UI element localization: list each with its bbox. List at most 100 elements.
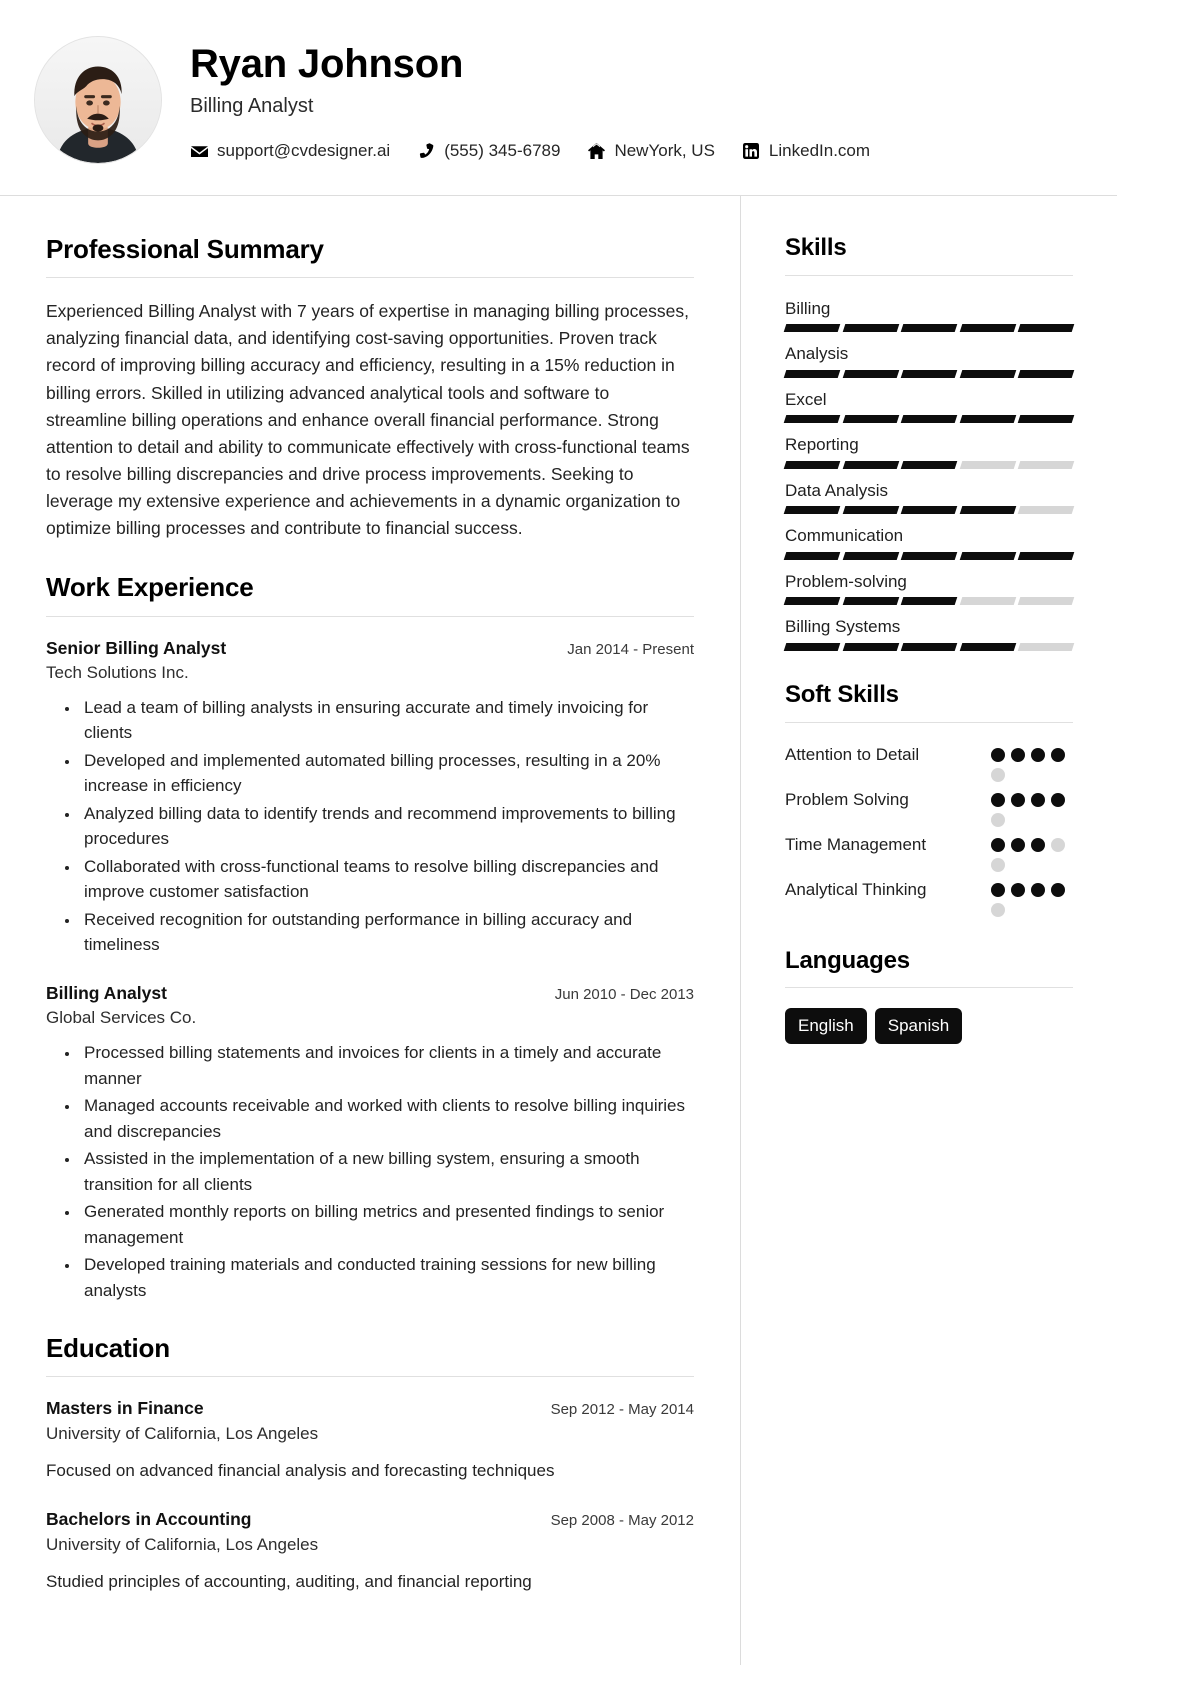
section-title-education: Education [46, 1333, 170, 1364]
rating-dot [991, 767, 1005, 782]
rating-dot [1051, 792, 1065, 807]
soft-skill-label: Time Management [785, 834, 927, 854]
contact-phone-text: (555) 345-6789 [444, 141, 561, 161]
skill-segment [959, 642, 1016, 651]
skill-segment [783, 460, 840, 469]
skill-level-bar [783, 506, 1075, 515]
skill-segment [900, 642, 958, 651]
language-tag: English [785, 1008, 867, 1045]
contact-row: support@cvdesigner.ai (555) 345-6789 New… [190, 141, 1083, 161]
rating-dot [991, 882, 1005, 897]
education-entry-head: Bachelors in Accounting Sep 2008 - May 2… [46, 1508, 694, 1532]
divider [785, 274, 1073, 276]
rating-dot [991, 792, 1005, 807]
header-text-block: Ryan Johnson Billing Analyst support@cvd… [190, 38, 1083, 162]
skill-segment [842, 415, 899, 424]
rating-dot [1051, 882, 1065, 897]
language-tag: Spanish [874, 1008, 963, 1045]
skill-segment [959, 324, 1016, 333]
rating-dot [1051, 747, 1065, 762]
skill-segment [1018, 415, 1075, 424]
list-item: Collaborated with cross-functional teams… [80, 854, 694, 905]
soft-skills-list: Attention to Detail Problem Solving Time M… [785, 743, 1073, 917]
skill-segment [1018, 460, 1075, 469]
soft-skill-row: Attention to Detail [785, 743, 1073, 782]
soft-skill-rating [991, 833, 1073, 872]
skill-label: Reporting [785, 435, 859, 455]
skill-segment [842, 551, 899, 560]
experience-company: Global Services Co. [46, 1008, 197, 1028]
skill-row: Data Analysis [783, 478, 1075, 515]
skill-segment [842, 460, 899, 469]
job-title: Billing Analyst [190, 95, 314, 118]
skill-row: Excel [783, 387, 1075, 424]
divider [46, 277, 694, 279]
list-item: Processed billing statements and invoice… [80, 1040, 694, 1091]
section-title-skills: Skills [785, 234, 847, 261]
section-title-experience: Work Experience [46, 572, 254, 603]
experience-dates: Jun 2010 - Dec 2013 [554, 985, 694, 1003]
rating-dot [991, 812, 1005, 827]
contact-email[interactable]: support@cvdesigner.ai [190, 141, 390, 161]
experience-bullets: Processed billing statements and invoice… [46, 1040, 694, 1303]
contact-linkedin-text: LinkedIn.com [768, 141, 871, 161]
rating-dot [1051, 837, 1065, 852]
skill-segment [1018, 506, 1075, 515]
resume-header: Ryan Johnson Billing Analyst support@cvd… [0, 0, 1117, 196]
rating-dot [991, 747, 1005, 762]
contact-linkedin[interactable]: LinkedIn.com [742, 141, 870, 161]
skill-level-bar [783, 642, 1075, 651]
experience-role: Senior Billing Analyst [46, 637, 227, 658]
list-item: Assisted in the implementation of a new … [80, 1146, 694, 1197]
rating-dot [1031, 747, 1045, 762]
skill-segment [900, 369, 958, 378]
skill-segment [900, 551, 958, 560]
contact-phone[interactable]: (555) 345-6789 [417, 141, 560, 161]
skill-segment [959, 506, 1016, 515]
skill-segment [842, 597, 899, 606]
skill-segment [783, 506, 840, 515]
skill-segment [783, 551, 840, 560]
skill-level-bar [783, 597, 1075, 606]
rating-dot [1031, 837, 1045, 852]
email-icon [190, 143, 209, 160]
skill-level-bar [783, 369, 1075, 378]
skill-label: Billing [785, 298, 831, 318]
skill-row: Communication [783, 523, 1075, 560]
rating-dot [1031, 792, 1045, 807]
list-item: Managed accounts receivable and worked w… [80, 1093, 694, 1144]
skill-segment [1018, 324, 1075, 333]
section-title-languages: Languages [785, 946, 910, 974]
skill-segment [900, 597, 958, 606]
skill-level-bar [783, 324, 1075, 333]
experience-bullets: Lead a team of billing analysts in ensur… [46, 695, 694, 958]
section-soft-skills: Soft Skills Attention to Detail Problem S… [785, 681, 1073, 917]
skill-segment [842, 642, 899, 651]
education-dates: Sep 2012 - May 2014 [550, 1401, 694, 1419]
language-tags: English Spanish [785, 1008, 1073, 1045]
sidebar-column: Skills Billing Analysis Excel Reporting Data… [740, 196, 1117, 1665]
summary-text: Experienced Billing Analyst with 7 years… [46, 301, 690, 539]
skill-label: Billing Systems [785, 617, 901, 637]
skill-label: Excel [785, 389, 827, 409]
section-skills: Skills Billing Analysis Excel Reporting Data… [783, 234, 1075, 651]
rating-dot [1011, 882, 1025, 897]
soft-skill-row: Analytical Thinking [785, 878, 1073, 917]
soft-skill-rating [991, 788, 1073, 827]
skill-segment [900, 415, 958, 424]
rating-dot [1011, 792, 1025, 807]
education-entry: Bachelors in Accounting Sep 2008 - May 2… [46, 1508, 694, 1595]
skill-row: Reporting [783, 432, 1075, 469]
skill-segment [900, 506, 958, 515]
skills-list: Billing Analysis Excel Reporting Data Analys… [783, 296, 1075, 651]
education-entry-head: Masters in Finance Sep 2012 - May 2014 [46, 1397, 694, 1421]
education-school: University of California, Los Angeles [46, 1423, 319, 1443]
section-title-summary: Professional Summary [46, 234, 324, 264]
contact-location[interactable]: NewYork, US [587, 141, 715, 161]
resume-page: Ryan Johnson Billing Analyst support@cvd… [0, 0, 1117, 1684]
experience-entry: Senior Billing Analyst Jan 2014 - Presen… [46, 637, 694, 958]
section-title-soft-skills: Soft Skills [785, 680, 899, 708]
skill-row: Billing Systems [783, 614, 1075, 651]
rating-dot [991, 902, 1005, 917]
education-degree: Masters in Finance [46, 1398, 204, 1419]
